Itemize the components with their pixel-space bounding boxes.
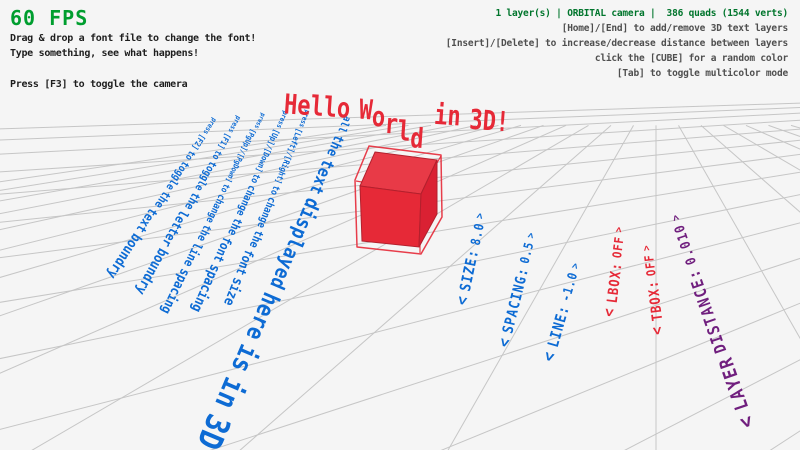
- hint-cube-random-color: click the [CUBE] for a random color: [595, 53, 788, 64]
- title-letter: d: [409, 126, 424, 154]
- hint-type-something: Type something, see what happens!: [10, 48, 199, 59]
- hint-drag-drop-font: Drag & drop a font file to change the fo…: [10, 33, 256, 44]
- title-word: Hello: [283, 92, 351, 124]
- hint-layer-distance: [Insert]/[Delete] to increase/decrease d…: [446, 38, 788, 49]
- hint-toggle-camera: Press [F3] to toggle the camera: [10, 79, 187, 90]
- hint-multicolor-mode: [Tab] to toggle multicolor mode: [617, 68, 788, 79]
- title-word: in: [433, 102, 461, 131]
- status-bar: 1 layer(s) | ORBITAL camera | 386 quads …: [495, 8, 788, 19]
- cube-solid[interactable]: [360, 152, 437, 247]
- title-word: World: [358, 97, 426, 129]
- fps-counter: 60 FPS: [10, 6, 88, 30]
- hint-add-remove-layers: [Home]/[End] to add/remove 3D text layer…: [562, 23, 788, 34]
- app-window: allthetextdisplayedhereisin3Dpress[F2]to…: [0, 0, 800, 450]
- title-word: 3D!: [468, 107, 510, 137]
